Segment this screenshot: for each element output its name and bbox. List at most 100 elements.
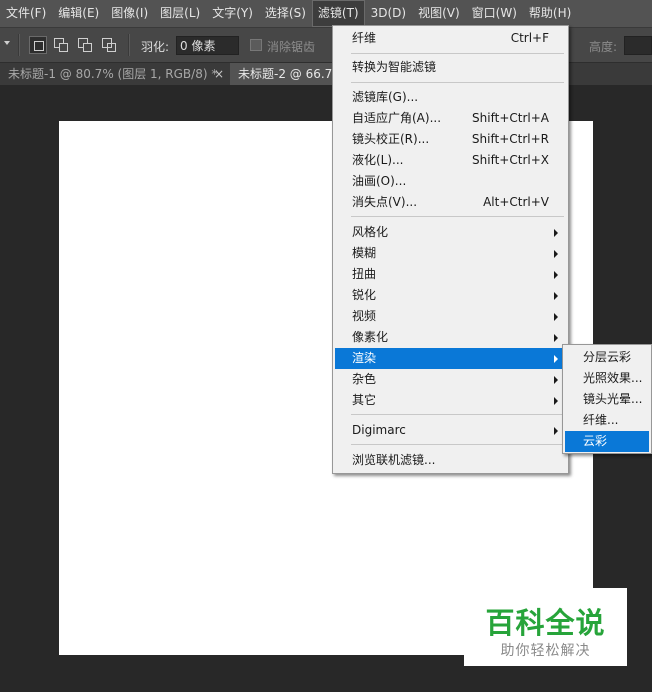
menu-item-label: 纤维...	[583, 413, 619, 427]
menu-item-label: 其它	[352, 393, 377, 407]
menu-item-label: 锐化	[352, 288, 377, 302]
submenu-arrow-icon	[554, 376, 558, 384]
watermark-subtitle: 助你轻松解决	[500, 643, 591, 659]
tab-title: 未标题-1 @ 80.7% (图层 1, RGB/8) *	[8, 67, 218, 81]
menu-edit[interactable]: 编辑(E)	[52, 0, 105, 27]
menu-3d[interactable]: 3D(D)	[365, 0, 412, 27]
menu-item-shortcut: Alt+Ctrl+V	[483, 195, 549, 209]
render-submenu: 分层云彩 光照效果... 镜头光晕... 纤维... 云彩	[562, 344, 652, 454]
menu-item-shortcut: Shift+Ctrl+A	[472, 111, 549, 125]
menu-separator	[351, 216, 564, 217]
menu-help[interactable]: 帮助(H)	[523, 0, 577, 27]
tab-title: 未标题-2 @ 66.7	[238, 67, 333, 81]
watermark: 百科全说 助你轻松解决	[464, 588, 627, 666]
menu-item-shortcut: Ctrl+F	[510, 31, 549, 45]
menu-item-lens-correction[interactable]: 镜头校正(R)... Shift+Ctrl+R	[335, 129, 566, 150]
menu-item-label: 镜头校正(R)...	[352, 132, 430, 146]
feather-label: 羽化:	[141, 40, 170, 54]
menu-item-label: 消失点(V)...	[352, 195, 418, 209]
menu-item-label: 像素化	[352, 330, 389, 344]
menu-separator	[351, 82, 564, 83]
menu-item-fibers-last[interactable]: 纤维 Ctrl+F	[335, 28, 566, 49]
menu-item-label: 滤镜库(G)...	[352, 90, 419, 104]
options-divider	[18, 34, 20, 56]
menu-view[interactable]: 视图(V)	[412, 0, 466, 27]
menu-file[interactable]: 文件(F)	[0, 0, 52, 27]
menu-item-other[interactable]: 其它	[335, 390, 566, 411]
submenu-arrow-icon	[554, 355, 558, 363]
tab-untitled-1[interactable]: 未标题-1 @ 80.7% (图层 1, RGB/8) * ×	[0, 63, 236, 85]
antialias-label: 消除锯齿	[267, 40, 316, 54]
menu-item-label: 自适应广角(A)...	[352, 111, 442, 125]
menu-item-browse-filters-online[interactable]: 浏览联机滤镜...	[335, 450, 566, 471]
antialias-checkbox[interactable]	[250, 39, 262, 51]
menu-type[interactable]: 文字(Y)	[206, 0, 259, 27]
tool-preset-dropdown-icon[interactable]	[4, 41, 10, 45]
menu-item-label: 模糊	[352, 246, 377, 260]
menu-item-label: 镜头光晕...	[583, 392, 643, 406]
menu-item-label: 液化(L)...	[352, 153, 404, 167]
menu-item-liquify[interactable]: 液化(L)... Shift+Ctrl+X	[335, 150, 566, 171]
menu-layer[interactable]: 图层(L)	[154, 0, 206, 27]
menu-item-render[interactable]: 渲染	[335, 348, 566, 369]
submenu-item-fibers[interactable]: 纤维...	[565, 410, 649, 431]
submenu-item-difference-clouds[interactable]: 分层云彩	[565, 347, 649, 368]
menu-item-shortcut: Shift+Ctrl+R	[471, 132, 549, 146]
menu-image[interactable]: 图像(I)	[105, 0, 154, 27]
submenu-item-lens-flare[interactable]: 镜头光晕...	[565, 389, 649, 410]
submenu-arrow-icon	[554, 229, 558, 237]
menu-item-oil-paint[interactable]: 油画(O)...	[335, 171, 566, 192]
height-label: 高度:	[589, 40, 618, 54]
menu-item-adaptive-wide-angle[interactable]: 自适应广角(A)... Shift+Ctrl+A	[335, 108, 566, 129]
menu-item-label: 转换为智能滤镜	[352, 60, 437, 74]
menu-item-stylize[interactable]: 风格化	[335, 222, 566, 243]
menu-item-label: 视频	[352, 309, 377, 323]
menu-separator	[351, 414, 564, 415]
menu-item-label: 纤维	[352, 31, 377, 45]
menu-separator	[351, 53, 564, 54]
menu-item-convert-smart-filter[interactable]: 转换为智能滤镜	[335, 57, 566, 78]
new-selection-icon	[34, 41, 44, 51]
menu-item-label: 光照效果...	[583, 371, 643, 385]
menu-item-label: Digimarc	[352, 423, 406, 437]
menu-item-sharpen[interactable]: 锐化	[335, 285, 566, 306]
menu-item-label: 扭曲	[352, 267, 377, 281]
new-selection-button[interactable]	[29, 36, 47, 54]
menu-item-label: 浏览联机滤镜...	[352, 453, 436, 467]
height-input[interactable]	[624, 36, 652, 55]
menu-item-label: 油画(O)...	[352, 174, 407, 188]
feather-input[interactable]: 0 像素	[176, 36, 239, 55]
submenu-arrow-icon	[554, 292, 558, 300]
submenu-item-clouds[interactable]: 云彩	[565, 431, 649, 452]
menu-item-label: 杂色	[352, 372, 377, 386]
menu-item-blur[interactable]: 模糊	[335, 243, 566, 264]
menu-item-label: 渲染	[352, 351, 377, 365]
menu-item-filter-gallery[interactable]: 滤镜库(G)...	[335, 87, 566, 108]
menu-item-shortcut: Shift+Ctrl+X	[472, 153, 549, 167]
subtract-from-selection-button[interactable]	[76, 36, 94, 54]
menu-select[interactable]: 选择(S)	[259, 0, 312, 27]
menu-item-distort[interactable]: 扭曲	[335, 264, 566, 285]
subtract-selection-icon-part	[83, 43, 92, 52]
menu-item-video[interactable]: 视频	[335, 306, 566, 327]
submenu-item-lighting-effects[interactable]: 光照效果...	[565, 368, 649, 389]
intersect-selection-button[interactable]	[100, 36, 118, 54]
submenu-arrow-icon	[554, 334, 558, 342]
menu-item-vanishing-point[interactable]: 消失点(V)... Alt+Ctrl+V	[335, 192, 566, 213]
tab-untitled-2[interactable]: 未标题-2 @ 66.7	[230, 63, 348, 85]
add-to-selection-button[interactable]	[52, 36, 70, 54]
menu-filter[interactable]: 滤镜(T)	[311, 0, 365, 27]
menu-item-label: 分层云彩	[583, 350, 632, 364]
watermark-title: 百科全说	[485, 606, 606, 640]
submenu-arrow-icon	[554, 427, 558, 435]
close-icon[interactable]: ×	[214, 63, 224, 85]
submenu-arrow-icon	[554, 397, 558, 405]
submenu-arrow-icon	[554, 313, 558, 321]
submenu-arrow-icon	[554, 250, 558, 258]
menu-item-digimarc[interactable]: Digimarc	[335, 420, 566, 441]
menu-item-noise[interactable]: 杂色	[335, 369, 566, 390]
menu-window[interactable]: 窗口(W)	[466, 0, 523, 27]
submenu-arrow-icon	[554, 271, 558, 279]
filter-menu: 纤维 Ctrl+F 转换为智能滤镜 滤镜库(G)... 自适应广角(A)... …	[332, 25, 569, 474]
menu-item-pixelate[interactable]: 像素化	[335, 327, 566, 348]
